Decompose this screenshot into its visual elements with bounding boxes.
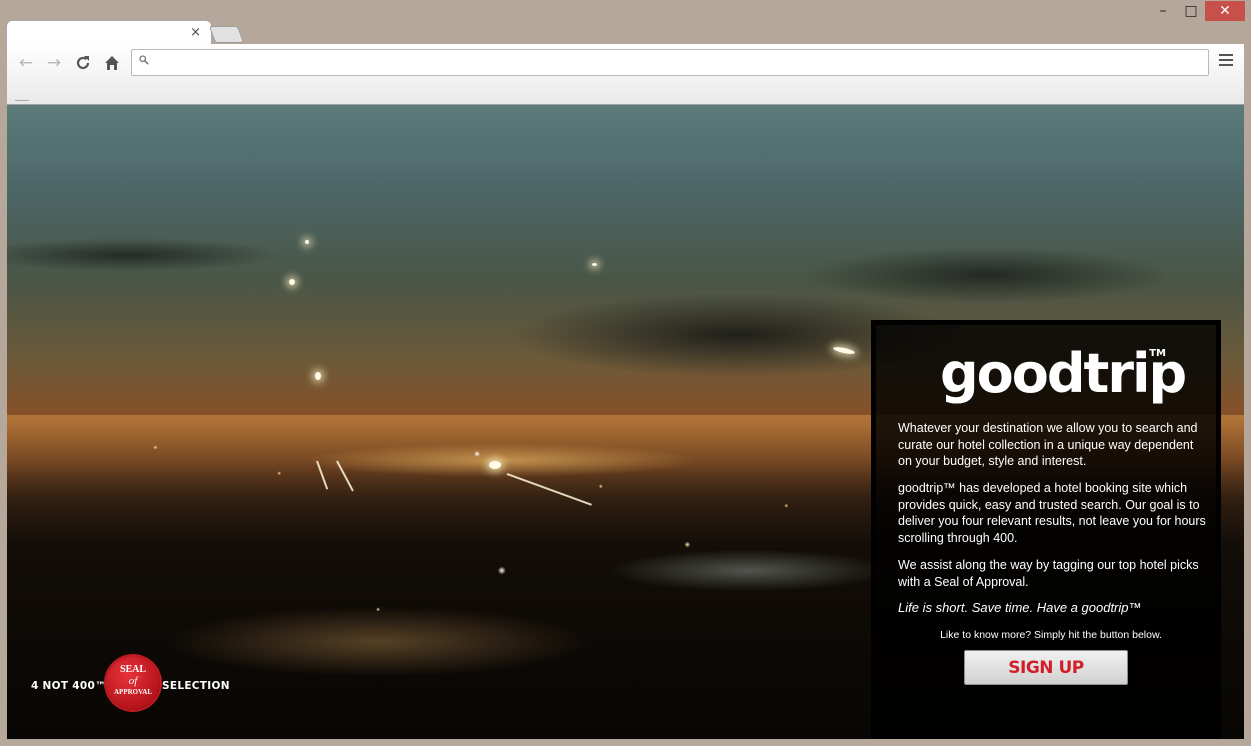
seal-left-text: 4 NOT 400™ [31,680,106,692]
browser-tab-active[interactable]: × [6,20,212,47]
home-icon[interactable] [101,53,123,73]
seal-of-approval-icon: SEAL of APPROVAL [106,656,160,710]
tab-close-icon[interactable]: × [190,25,201,40]
new-tab-button[interactable] [208,26,245,43]
intro-paragraph: Whatever your destination we allow you t… [898,421,1198,468]
home-glyph [105,56,119,70]
close-window-button[interactable]: ✕ [1205,1,1245,21]
logo-trademark: TM [1149,348,1166,359]
browser-window: – □ ✕ × ← → goodtrip TM Whatever your de… [0,0,1251,746]
minimize-button[interactable]: – [1149,1,1177,21]
about-paragraph: goodtrip™ has developed a hotel booking … [898,481,1206,545]
reload-glyph [76,56,90,70]
seal-paragraph: We assist along the way by tagging our t… [898,558,1199,589]
aircraft-light [592,263,597,266]
cta-text: Like to know more? Simply hit the button… [940,629,1162,641]
city-light [489,461,501,469]
seal-line-2: of [128,675,138,687]
address-input[interactable] [160,52,1194,74]
sign-up-button[interactable]: SIGN UP [964,650,1128,685]
seal-right-text: SELECTION [162,680,230,692]
forward-arrow-icon[interactable]: → [43,53,65,73]
bookmark-bar-divider [15,100,29,101]
goodtrip-logo: goodtrip TM [940,343,1187,405]
tagline: Life is short. Save time. Have a goodtri… [898,600,1142,615]
search-icon [139,55,149,65]
maximize-button[interactable]: □ [1177,1,1205,21]
aircraft-light [832,345,856,356]
window-controls: – □ ✕ [1149,1,1245,23]
back-arrow-icon[interactable]: ← [15,53,37,73]
info-panel: goodtrip TM Whatever your destination we… [871,320,1221,739]
address-bar[interactable] [131,49,1209,76]
browser-toolbar: ← → [7,44,1244,105]
aircraft-light [289,279,295,285]
aircraft-light [305,240,309,244]
aircraft-light [315,372,321,380]
seal-line-1: SEAL [119,664,147,675]
reload-icon[interactable] [72,53,94,73]
page-viewport: goodtrip TM Whatever your destination we… [7,105,1244,739]
seal-line-3: APPROVAL [114,688,152,696]
seal-badge: 4 NOT 400™ SEAL of APPROVAL SELECTION [31,653,241,715]
browser-menu-icon[interactable] [1219,54,1233,68]
